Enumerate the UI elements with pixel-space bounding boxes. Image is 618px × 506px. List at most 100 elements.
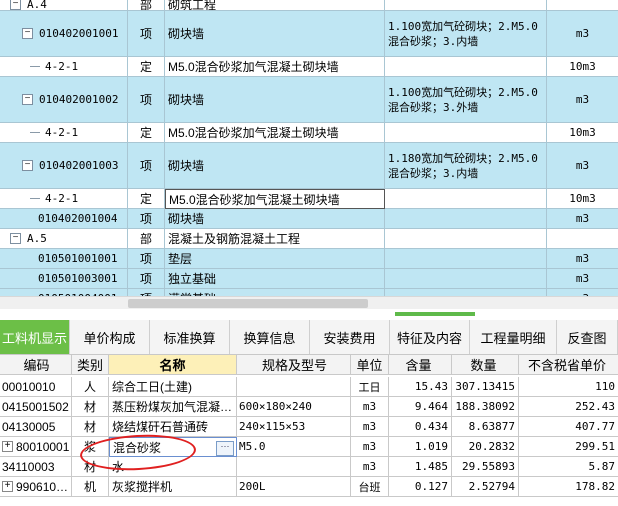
bill-feature-cell[interactable]: 1.180宽加气砼砌块；2.M5.0 混合砂浆；3.内墙	[385, 143, 547, 189]
resource-name-cell[interactable]: 综合工日(土建)	[109, 377, 237, 397]
resource-amount-cell[interactable]: 8.63877	[452, 417, 519, 437]
resource-spec-cell[interactable]	[237, 457, 351, 477]
col-header-amount[interactable]: 数量	[452, 355, 519, 375]
bill-unit-cell[interactable]: m3	[547, 269, 618, 289]
resource-spec-cell[interactable]: M5.0	[237, 437, 351, 457]
tab-6[interactable]: 工程量明细	[470, 320, 557, 354]
bill-feature-cell[interactable]	[385, 249, 547, 269]
bill-unit-cell[interactable]: 10m3	[547, 189, 618, 209]
bill-feature-cell[interactable]	[385, 189, 547, 209]
panel-splitter[interactable]	[0, 309, 618, 320]
bill-unit-cell[interactable]: m3	[547, 209, 618, 229]
bill-name-cell[interactable]: 垫层	[165, 249, 385, 269]
resource-unit-cell[interactable]: m3	[351, 457, 389, 477]
bill-name-cell[interactable]: M5.0混合砂浆加气混凝土砌块墙	[165, 123, 385, 143]
bill-feature-cell[interactable]	[385, 0, 547, 11]
resource-price-cell[interactable]: 407.77	[519, 417, 618, 437]
resource-code-cell[interactable]: 04130005	[0, 417, 72, 437]
bill-row[interactable]: −010402001003 项砌块墙 1.180宽加气砼砌块；2.M5.0 混合砂浆…	[0, 143, 618, 189]
bill-name-cell[interactable]: 砌块墙	[165, 143, 385, 189]
collapse-toggle-icon[interactable]: −	[10, 233, 21, 244]
bill-code-cell[interactable]: 4-2-1	[0, 123, 128, 143]
resource-row[interactable]: 0415001502 材 蒸压粉煤灰加气混凝… 600×180×240 m3 9.464 1…	[0, 397, 618, 417]
resource-amount-cell[interactable]: 188.38092	[452, 397, 519, 417]
bill-row[interactable]: 4-2-1 定 M5.0混合砂浆加气混凝土砌块墙 10m3	[0, 123, 618, 143]
bill-unit-cell[interactable]: m3	[547, 77, 618, 123]
expand-plus-icon[interactable]: +	[2, 441, 13, 452]
bill-type-cell[interactable]: 项	[128, 249, 165, 269]
bill-name-cell[interactable]: 满堂基础	[165, 289, 385, 296]
tab-3[interactable]: 换算信息	[230, 320, 310, 354]
expand-plus-icon[interactable]: +	[2, 481, 13, 492]
bill-code-cell[interactable]: 4-2-1	[0, 189, 128, 209]
bill-unit-cell[interactable]: m3	[547, 289, 618, 296]
resource-price-cell[interactable]: 178.82	[519, 477, 618, 497]
bill-name-cell[interactable]: 砌筑工程	[165, 0, 385, 11]
bill-type-cell[interactable]: 项	[128, 77, 165, 123]
scrollbar-thumb[interactable]	[128, 299, 368, 308]
resource-code-cell[interactable]: +990610…	[0, 477, 72, 497]
bill-code-cell[interactable]: 010402001004	[0, 209, 128, 229]
bill-unit-cell[interactable]	[547, 229, 618, 249]
resource-amount-cell[interactable]: 29.55893	[452, 457, 519, 477]
resource-code-cell[interactable]: 34110003	[0, 457, 72, 477]
bill-type-cell[interactable]: 定	[128, 57, 165, 77]
resource-row[interactable]: +990610… 机 灰浆搅拌机 200L 台班 0.127 2.52794 178.82	[0, 477, 618, 497]
bill-row[interactable]: 010402001004 项砌块墙 m3	[0, 209, 618, 229]
bill-name-cell[interactable]: 砌块墙	[165, 209, 385, 229]
bill-feature-cell[interactable]: 1.100宽加气砼砌块；2.M5.0 混合砂浆；3.外墙	[385, 77, 547, 123]
bill-name-cell[interactable]: M5.0混合砂浆加气混凝土砌块墙	[165, 189, 385, 209]
col-header-spec[interactable]: 规格及型号	[237, 355, 351, 375]
bill-name-cell[interactable]: 砌块墙	[165, 11, 385, 57]
bill-code-cell[interactable]: − A.4	[0, 0, 128, 11]
resource-amount-cell[interactable]: 2.52794	[452, 477, 519, 497]
bill-unit-cell[interactable]: m3	[547, 11, 618, 57]
bill-row[interactable]: − A.4 部砌筑工程	[0, 0, 618, 11]
resource-name-cell[interactable]: 灰浆搅拌机	[109, 477, 237, 497]
bill-code-cell[interactable]: 010501003001	[0, 269, 128, 289]
resource-unit-cell[interactable]: m3	[351, 437, 389, 457]
bill-row[interactable]: −010402001002 项砌块墙 1.100宽加气砼砌块；2.M5.0 混合砂浆…	[0, 77, 618, 123]
bill-feature-cell[interactable]	[385, 57, 547, 77]
bill-feature-cell[interactable]	[385, 209, 547, 229]
horizontal-scrollbar[interactable]	[0, 296, 618, 310]
bill-type-cell[interactable]: 项	[128, 11, 165, 57]
bill-code-cell[interactable]: 010501001001	[0, 249, 128, 269]
resource-unit-cell[interactable]: 台班	[351, 477, 389, 497]
bill-feature-cell[interactable]	[385, 229, 547, 249]
resource-code-cell[interactable]: 00010010	[0, 377, 72, 397]
bill-type-cell[interactable]: 部	[128, 229, 165, 249]
resource-spec-cell[interactable]: 200L	[237, 477, 351, 497]
tab-4[interactable]: 安装费用	[310, 320, 390, 354]
resource-type-cell[interactable]: 材	[72, 397, 109, 417]
resource-qty-cell[interactable]: 0.127	[389, 477, 452, 497]
resource-unit-cell[interactable]: m3	[351, 417, 389, 437]
collapse-toggle-icon[interactable]: −	[22, 94, 33, 105]
resource-name-cell[interactable]: 蒸压粉煤灰加气混凝…	[109, 397, 237, 417]
bill-code-cell[interactable]: 010501004001	[0, 289, 128, 296]
bill-row[interactable]: −010402001001 项砌块墙 1.100宽加气砼砌块；2.M5.0 混合砂浆…	[0, 11, 618, 57]
bill-feature-cell[interactable]	[385, 123, 547, 143]
bill-unit-cell[interactable]: 10m3	[547, 57, 618, 77]
resource-name-cell[interactable]: 烧结煤矸石普通砖	[109, 417, 237, 437]
bill-type-cell[interactable]: 定	[128, 123, 165, 143]
resource-type-cell[interactable]: 机	[72, 477, 109, 497]
bill-type-cell[interactable]: 项	[128, 289, 165, 296]
resource-spec-cell[interactable]	[237, 377, 351, 397]
resource-type-cell[interactable]: 人	[72, 377, 109, 397]
bill-feature-cell[interactable]	[385, 289, 547, 296]
bill-type-cell[interactable]: 项	[128, 143, 165, 189]
col-header-name[interactable]: 名称	[109, 355, 237, 375]
bill-code-cell[interactable]: −010402001002	[0, 77, 128, 123]
resource-row[interactable]: 04130005 材 烧结煤矸石普通砖 240×115×53 m3 0.434 8.6387…	[0, 417, 618, 437]
tab-2[interactable]: 标准换算	[150, 320, 230, 354]
bill-row[interactable]: 4-2-1 定 M5.0混合砂浆加气混凝土砌块墙 10m3	[0, 189, 618, 209]
bill-type-cell[interactable]: 项	[128, 209, 165, 229]
resource-spec-cell[interactable]: 240×115×53	[237, 417, 351, 437]
resource-price-cell[interactable]: 110	[519, 377, 618, 397]
resource-spec-cell[interactable]: 600×180×240	[237, 397, 351, 417]
bill-code-cell[interactable]: −010402001003	[0, 143, 128, 189]
bill-row[interactable]: 010501001001 项垫层 m3	[0, 249, 618, 269]
bill-row[interactable]: − A.5 部混凝土及钢筋混凝土工程	[0, 229, 618, 249]
bill-feature-cell[interactable]: 1.100宽加气砼砌块；2.M5.0 混合砂浆；3.内墙	[385, 11, 547, 57]
